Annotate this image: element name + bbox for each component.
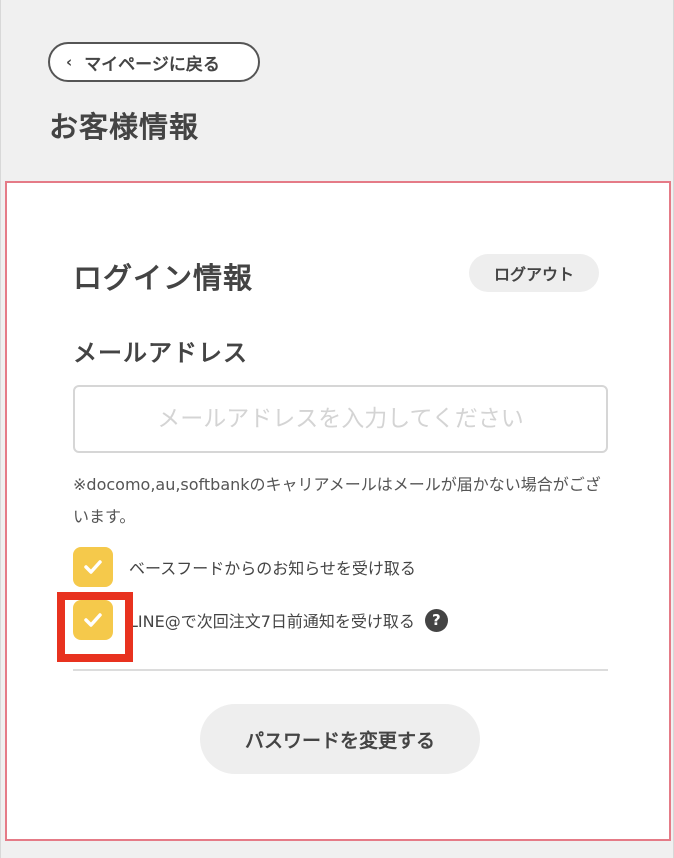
- divider: [73, 669, 608, 671]
- customer-info-page: ‹ マイページに戻る お客様情報 ログイン情報 ログアウト メールアドレス ※d…: [0, 0, 674, 858]
- login-info-card: ログイン情報 ログアウト メールアドレス ※docomo,au,softbank…: [5, 181, 671, 841]
- back-button-label: マイページに戻る: [84, 54, 220, 75]
- change-password-button[interactable]: パスワードを変更する: [200, 704, 480, 774]
- logout-button[interactable]: ログアウト: [469, 254, 599, 292]
- newsletter-checkbox-row: ベースフードからのお知らせを受け取る: [73, 547, 416, 587]
- page-title: お客様情報: [49, 110, 200, 144]
- line-notify-checkbox-label: LINE@で次回注文7日前通知を受け取る: [129, 612, 415, 631]
- newsletter-checkbox-label: ベースフードからのお知らせを受け取る: [129, 559, 416, 578]
- help-icon[interactable]: ?: [424, 608, 448, 632]
- email-label: メールアドレス: [73, 339, 248, 367]
- newsletter-checkbox[interactable]: [73, 547, 113, 587]
- back-to-mypage-button[interactable]: ‹ マイページに戻る: [48, 42, 260, 82]
- check-icon: [84, 613, 102, 627]
- line-notify-checkbox[interactable]: [73, 600, 113, 640]
- chevron-left-icon: ‹: [66, 53, 73, 71]
- section-title: ログイン情報: [73, 261, 254, 295]
- check-icon: [84, 560, 102, 574]
- carrier-mail-note: ※docomo,au,softbankのキャリアメールはメールが届かない場合がご…: [73, 475, 601, 526]
- email-field[interactable]: [73, 385, 608, 453]
- line-notify-checkbox-row: LINE@で次回注文7日前通知を受け取る ?: [73, 600, 448, 640]
